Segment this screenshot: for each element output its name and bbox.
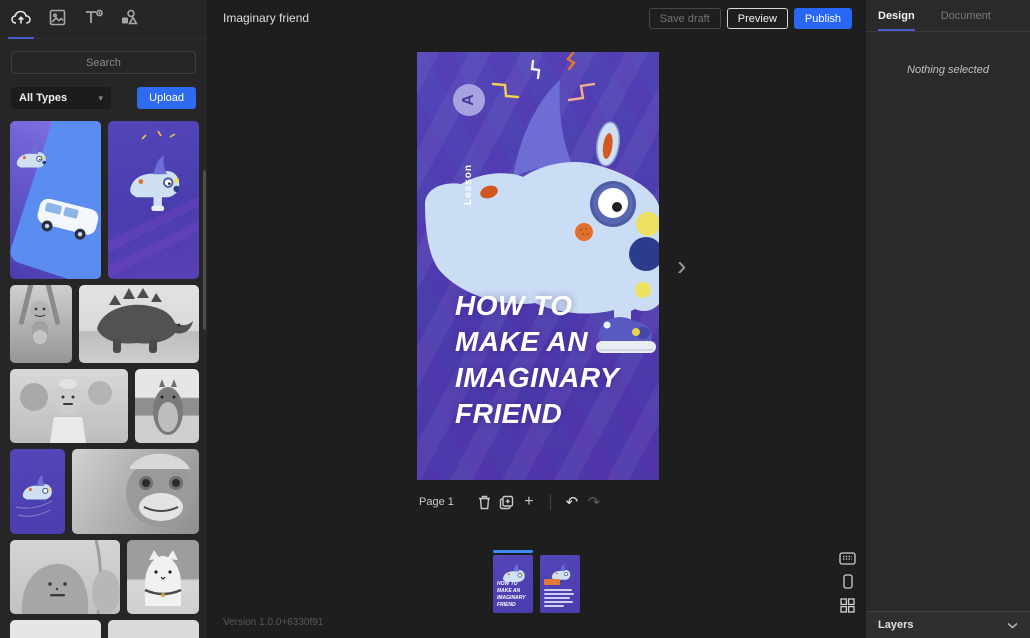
page-1-art [496,557,530,583]
inspector-panel: Design Document Nothing selected Layers [866,0,1030,638]
editor-canvas-area: Imaginary friend Save draft Preview Publ… [207,0,866,638]
poster-title-line-3: IMAGINARY [455,360,619,396]
wooden-monkey-art [10,285,72,363]
delete-page-button[interactable] [474,493,496,511]
asset-thumbnail-van[interactable] [10,121,101,279]
asset-thumbnail-stegosaurus[interactable] [79,285,199,363]
poster-title-line-2: MAKE AN [455,324,619,360]
asset-thumbnail-sock-monkey[interactable] [72,449,199,534]
document-title: Imaginary friend [223,11,309,25]
add-page-button[interactable]: + [518,493,540,511]
rhino-illustration-art [108,121,199,279]
sidebar-scrollbar[interactable] [203,170,206,330]
chevron-down-icon [1007,622,1018,629]
view-mode-icons [839,552,856,613]
grid-view-icon [840,598,855,613]
lesson-label[interactable]: Lesson [463,164,474,205]
asset-thumbnail-wooden-monkey[interactable] [10,285,72,363]
page-2-thumbnail[interactable] [540,550,580,613]
totoro-art [135,369,199,443]
page-label: Page 1 [419,496,454,508]
preview-button[interactable]: Preview [727,8,788,29]
asset-thumbnail-rhino-poster[interactable] [10,449,65,534]
plush-blob-art [10,540,120,614]
cloud-upload-icon [11,10,31,31]
layers-label: Layers [878,619,913,631]
pages-strip: HOW TO MAKE AN IMAGINARY FRIEND [493,550,580,613]
toolbar-divider [550,494,551,510]
images-tab[interactable] [46,8,68,32]
text-style-icon [84,9,103,31]
type-filter-value: All Types [19,92,67,104]
search-input[interactable] [12,52,195,73]
tab-design[interactable]: Design [878,10,915,31]
asset-sidebar: All Types ▾ Upload [0,0,207,638]
save-draft-button[interactable]: Save draft [649,8,721,29]
rhino-poster-art [10,449,65,534]
image-icon [49,9,66,31]
asset-grid [10,121,199,638]
asset-thumbnail-light-right[interactable] [108,620,199,638]
chevron-down-icon: ▾ [98,93,103,104]
asset-thumbnail-rhino[interactable] [108,121,199,279]
inspector-tab-bar: Design Document [866,0,1030,32]
shapes-icon [120,9,138,31]
asset-thumbnail-light-left[interactable] [10,620,101,638]
poster-title-line-4: FRIEND [455,396,619,432]
duplicate-icon [499,495,514,510]
redo-button[interactable]: ↷ [583,493,605,511]
asset-thumbnail-totoro[interactable] [135,369,199,443]
asset-tab-bar [0,0,207,39]
app-window: All Types ▾ Upload [0,0,1030,638]
shapes-tab[interactable] [118,8,140,32]
selected-page-indicator [493,550,533,553]
uploads-tab[interactable] [10,8,32,32]
top-action-bar: Save draft Preview Publish [649,8,852,29]
publish-button[interactable]: Publish [794,8,852,29]
tab-document[interactable]: Document [941,10,991,31]
stegosaurus-art [79,285,199,363]
poster-title-text[interactable]: HOW TO MAKE AN IMAGINARY FRIEND [455,288,619,432]
undo-button[interactable]: ↶ [561,493,583,511]
filter-row: All Types ▾ Upload [11,87,196,109]
asset-thumbnail-plush-blob[interactable] [10,540,120,614]
mobile-view-button[interactable] [843,574,853,589]
page-1-thumbnail[interactable]: HOW TO MAKE AN IMAGINARY FRIEND [493,550,533,613]
duplicate-page-button[interactable] [496,493,518,511]
page-2-label-chip [544,579,560,585]
toy-figure-art [10,369,128,443]
page-1-title-mini: HOW TO MAKE AN IMAGINARY FRIEND [497,581,526,609]
desktop-view-button[interactable] [839,552,856,565]
version-label: Version 1.0.0+6330f91 [223,617,323,628]
lesson-badge-letter: A [460,94,478,106]
cat-figurine-art [127,540,199,614]
asset-search [11,51,196,74]
asset-thumbnail-cat-figurine[interactable] [127,540,199,614]
trash-icon [478,495,491,510]
next-page-chevron[interactable]: › [677,252,686,280]
asset-thumbnail-toy-figure[interactable] [10,369,128,443]
type-filter-dropdown[interactable]: All Types ▾ [11,87,111,109]
poster-canvas[interactable]: A Lesson HOW TO MAKE AN IMAGINARY FRIEND [417,52,659,480]
page-controls: Page 1 + ↶ ↷ [419,493,605,511]
text-tab[interactable] [82,8,104,32]
nothing-selected-text: Nothing selected [866,64,1030,76]
desktop-view-icon [839,552,856,565]
mobile-view-icon [843,574,853,589]
van-illustration-art [10,121,101,279]
grid-view-button[interactable] [840,598,855,613]
layers-panel-toggle[interactable]: Layers [866,611,1030,638]
sock-monkey-art [72,449,199,534]
lesson-badge[interactable]: A [453,84,485,116]
upload-button[interactable]: Upload [137,87,196,109]
poster-title-line-1: HOW TO [455,288,619,324]
